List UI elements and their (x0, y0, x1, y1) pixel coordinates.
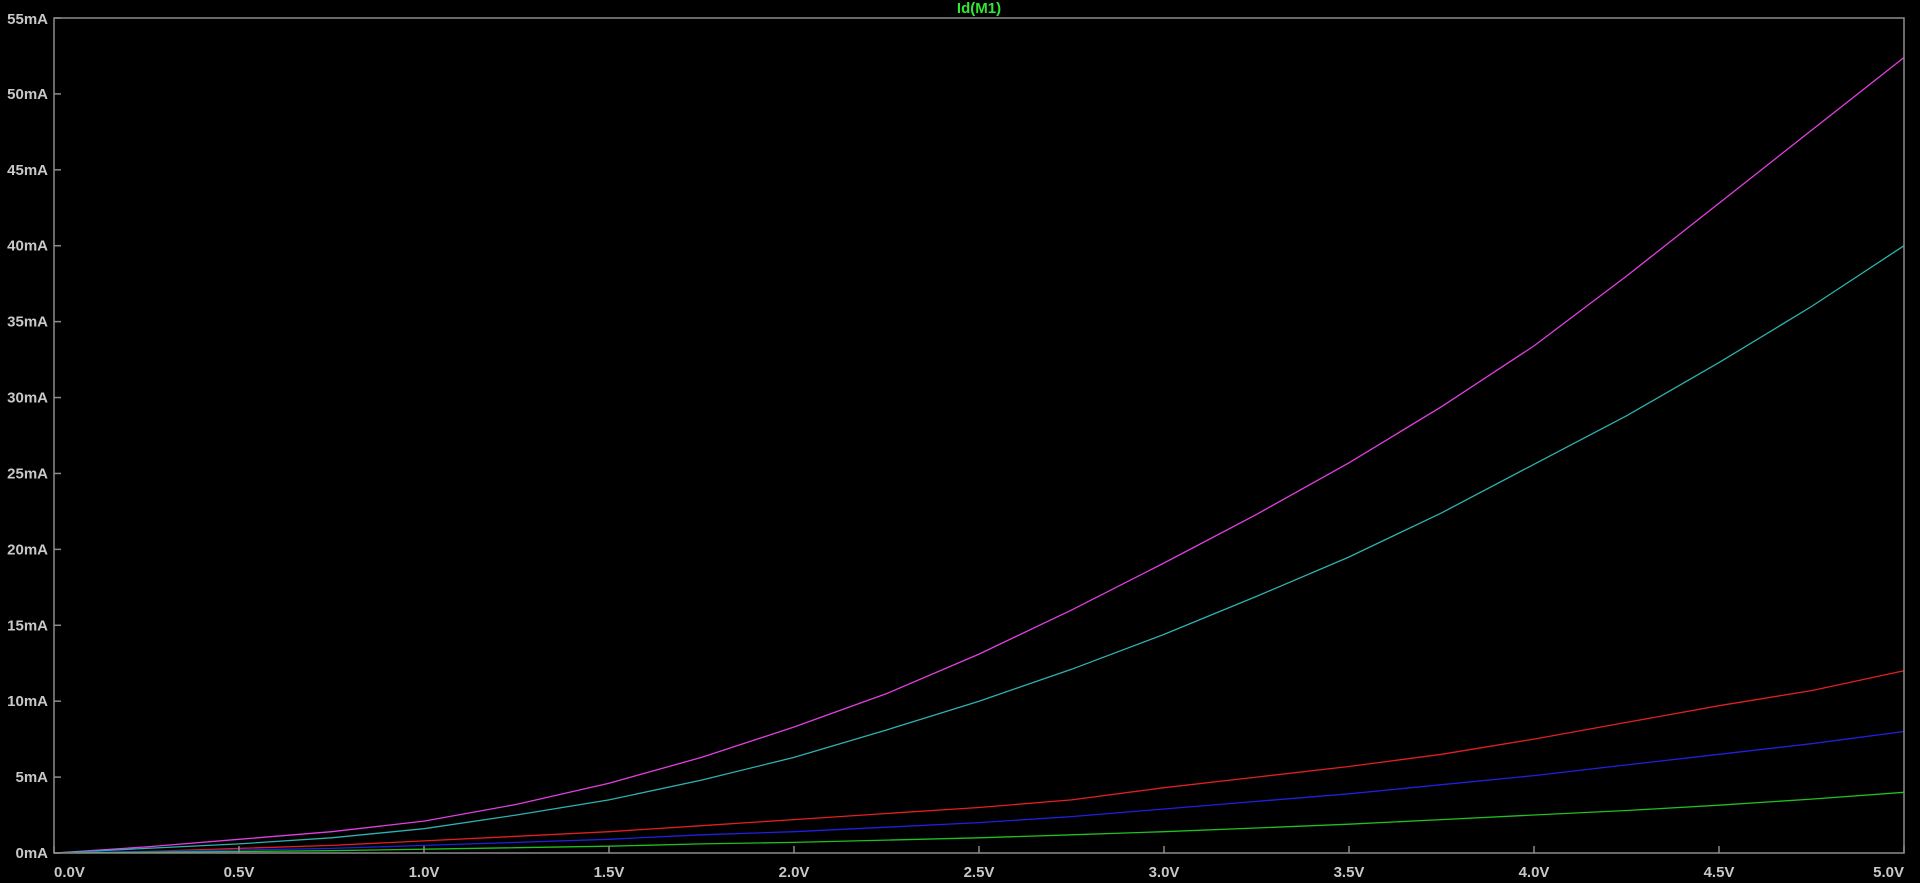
x-tick-label: 0.0V (54, 864, 85, 881)
y-axis: 0mA 5mA 10mA 15mA 20mA 25mA 30mA 35mA 40mA 45mA 50… (7, 11, 61, 862)
trace-line-4[interactable] (53, 730, 1905, 854)
y-tick-label: 55mA (7, 11, 48, 28)
y-tick-label: 5mA (15, 769, 48, 786)
x-tick-label: 4.5V (1704, 864, 1735, 881)
x-tick-label: 0.5V (224, 864, 255, 881)
x-tick-label: 3.5V (1334, 864, 1365, 881)
y-tick-label: 25mA (7, 465, 48, 482)
y-tick-label: 20mA (7, 541, 48, 558)
plot-frame (53, 17, 1905, 854)
traces-layer (53, 56, 1905, 854)
trace-line-1[interactable] (53, 56, 1905, 854)
y-tick-label: 15mA (7, 617, 48, 634)
y-tick-label: 10mA (7, 693, 48, 710)
y-tick-label: 30mA (7, 390, 48, 407)
trace-line-2[interactable] (53, 245, 1905, 854)
trace-label-id-m1[interactable]: Id(M1) (957, 0, 1001, 17)
x-tick-label: 2.5V (964, 864, 995, 881)
x-tick-label: 5.0V (1873, 864, 1904, 881)
waveform-plot-window[interactable]: 0.0V 0.5V 1.0V 1.5V 2.0V 2.5V 3.0V 3.5V 4.0V 4.5V… (0, 0, 1920, 883)
x-tick-label: 1.5V (594, 864, 625, 881)
axes-layer (53, 17, 1905, 854)
x-tick-label: 3.0V (1149, 864, 1180, 881)
x-tick-label: 2.0V (779, 864, 810, 881)
y-tick-label: 40mA (7, 238, 48, 255)
y-tick-label: 0mA (15, 845, 48, 862)
trace-line-3[interactable] (53, 670, 1905, 854)
waveform-plot[interactable]: 0.0V 0.5V 1.0V 1.5V 2.0V 2.5V 3.0V 3.5V 4.0V 4.5V… (0, 0, 1920, 883)
y-tick-label: 35mA (7, 314, 48, 331)
x-tick-label: 1.0V (409, 864, 440, 881)
x-tick-label: 4.0V (1519, 864, 1550, 881)
y-tick-label: 50mA (7, 86, 48, 103)
y-tick-label: 45mA (7, 162, 48, 179)
